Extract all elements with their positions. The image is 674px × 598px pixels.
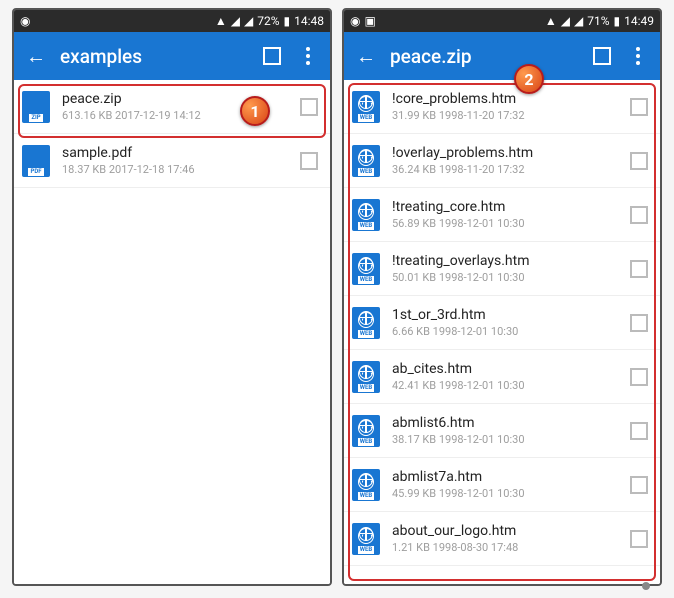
signal-icon: ◢ (244, 15, 253, 27)
file-row[interactable]: WEB !treating_core.htm 56.89 KB 1998-12-… (344, 188, 660, 242)
more-menu-button[interactable] (626, 44, 650, 68)
notification-icon: ▣ (364, 15, 375, 27)
web-file-icon: WEB (352, 91, 380, 123)
file-name: sample.pdf (62, 145, 288, 161)
file-row[interactable]: WEB !treating_overlays.htm 50.01 KB 1998… (344, 242, 660, 296)
file-meta: 36.24 KB 1998-11-20 17:32 (392, 163, 618, 176)
wifi-icon: ▲ (215, 15, 227, 27)
file-meta: 1.21 KB 1998-08-30 17:48 (392, 541, 618, 554)
file-checkbox[interactable] (630, 260, 648, 278)
spotify-icon: ◉ (20, 15, 30, 27)
file-meta: 6.66 KB 1998-12-01 10:30 (392, 325, 618, 338)
phone-left: ◉ ▲ ◢ ◢ 72% ▮ 14:48 ← examples 1 ZIP pea… (12, 8, 332, 586)
file-row[interactable]: WEB abmlist7a.htm 45.99 KB 1998-12-01 10… (344, 458, 660, 512)
web-file-icon: WEB (352, 361, 380, 393)
back-button[interactable]: ← (24, 44, 48, 68)
file-checkbox[interactable] (630, 476, 648, 494)
signal-icon: ◢ (574, 15, 583, 27)
file-checkbox[interactable] (630, 422, 648, 440)
file-name: 1st_or_3rd.htm (392, 307, 618, 323)
web-file-icon: WEB (352, 523, 380, 555)
file-meta: 18.37 KB 2017-12-18 17:46 (62, 163, 288, 176)
zip-file-icon: ZIP (22, 91, 50, 123)
app-bar: ← examples (14, 32, 330, 80)
file-row[interactable]: WEB 1st_or_3rd.htm 6.66 KB 1998-12-01 10… (344, 296, 660, 350)
status-bar: ◉ ▣ ▲ ◢ ◢ 71% ▮ 14:49 (344, 10, 660, 32)
file-meta: 45.99 KB 1998-12-01 10:30 (392, 487, 618, 500)
file-checkbox[interactable] (630, 152, 648, 170)
file-name: !core_problems.htm (392, 91, 618, 107)
file-checkbox[interactable] (630, 206, 648, 224)
web-file-icon: WEB (352, 307, 380, 339)
more-menu-button[interactable] (296, 44, 320, 68)
battery-icon: ▮ (284, 15, 291, 27)
file-meta: 38.17 KB 1998-12-01 10:30 (392, 433, 618, 446)
select-all-button[interactable] (590, 44, 614, 68)
file-checkbox[interactable] (630, 98, 648, 116)
file-name: abmlist6.htm (392, 415, 618, 431)
page-title: examples (60, 45, 248, 68)
file-name: ab_cites.htm (392, 361, 618, 377)
file-checkbox[interactable] (630, 368, 648, 386)
wifi-icon: ▲ (545, 15, 557, 27)
web-file-icon: WEB (352, 145, 380, 177)
select-all-button[interactable] (260, 44, 284, 68)
spotify-icon: ◉ (350, 15, 360, 27)
file-name: !overlay_problems.htm (392, 145, 618, 161)
file-row[interactable]: ZIP peace.zip 613.16 KB 2017-12-19 14:12 (14, 80, 330, 134)
file-meta: 31.99 KB 1998-11-20 17:32 (392, 109, 618, 122)
battery-icon: ▮ (614, 15, 621, 27)
back-button[interactable]: ← (354, 44, 378, 68)
file-name: !treating_core.htm (392, 199, 618, 215)
web-file-icon: WEB (352, 469, 380, 501)
battery-text: 72% (257, 14, 279, 28)
file-name: about_our_logo.htm (392, 523, 618, 539)
file-list: 1 ZIP peace.zip 613.16 KB 2017-12-19 14:… (14, 80, 330, 584)
step-badge: 1 (240, 96, 270, 126)
file-row[interactable]: WEB abmlist6.htm 38.17 KB 1998-12-01 10:… (344, 404, 660, 458)
status-bar: ◉ ▲ ◢ ◢ 72% ▮ 14:48 (14, 10, 330, 32)
file-checkbox[interactable] (630, 314, 648, 332)
file-list: 2 WEB !core_problems.htm 31.99 KB 1998-1… (344, 80, 660, 584)
file-row[interactable]: PDF sample.pdf 18.37 KB 2017-12-18 17:46 (14, 134, 330, 188)
signal-icon: ◢ (231, 15, 240, 27)
page-title: peace.zip (390, 45, 578, 68)
phone-right: ◉ ▣ ▲ ◢ ◢ 71% ▮ 14:49 ← peace.zip 2 WEB (342, 8, 662, 586)
decorative-dot (642, 582, 650, 590)
clock-text: 14:49 (624, 14, 654, 28)
file-row[interactable]: WEB ab_cites.htm 42.41 KB 1998-12-01 10:… (344, 350, 660, 404)
file-meta: 50.01 KB 1998-12-01 10:30 (392, 271, 618, 284)
signal-icon: ◢ (561, 15, 570, 27)
file-checkbox[interactable] (300, 152, 318, 170)
web-file-icon: WEB (352, 253, 380, 285)
app-bar: ← peace.zip (344, 32, 660, 80)
web-file-icon: WEB (352, 415, 380, 447)
file-row[interactable]: WEB about_our_logo.htm 1.21 KB 1998-08-3… (344, 512, 660, 566)
file-meta: 42.41 KB 1998-12-01 10:30 (392, 379, 618, 392)
step-badge: 2 (514, 64, 544, 94)
file-row[interactable]: WEB !overlay_problems.htm 36.24 KB 1998-… (344, 134, 660, 188)
file-checkbox[interactable] (630, 530, 648, 548)
web-file-icon: WEB (352, 199, 380, 231)
clock-text: 14:48 (294, 14, 324, 28)
file-checkbox[interactable] (300, 98, 318, 116)
pdf-file-icon: PDF (22, 145, 50, 177)
file-name: !treating_overlays.htm (392, 253, 618, 269)
battery-text: 71% (587, 14, 609, 28)
file-meta: 56.89 KB 1998-12-01 10:30 (392, 217, 618, 230)
file-name: abmlist7a.htm (392, 469, 618, 485)
file-row[interactable]: WEB !core_problems.htm 31.99 KB 1998-11-… (344, 80, 660, 134)
